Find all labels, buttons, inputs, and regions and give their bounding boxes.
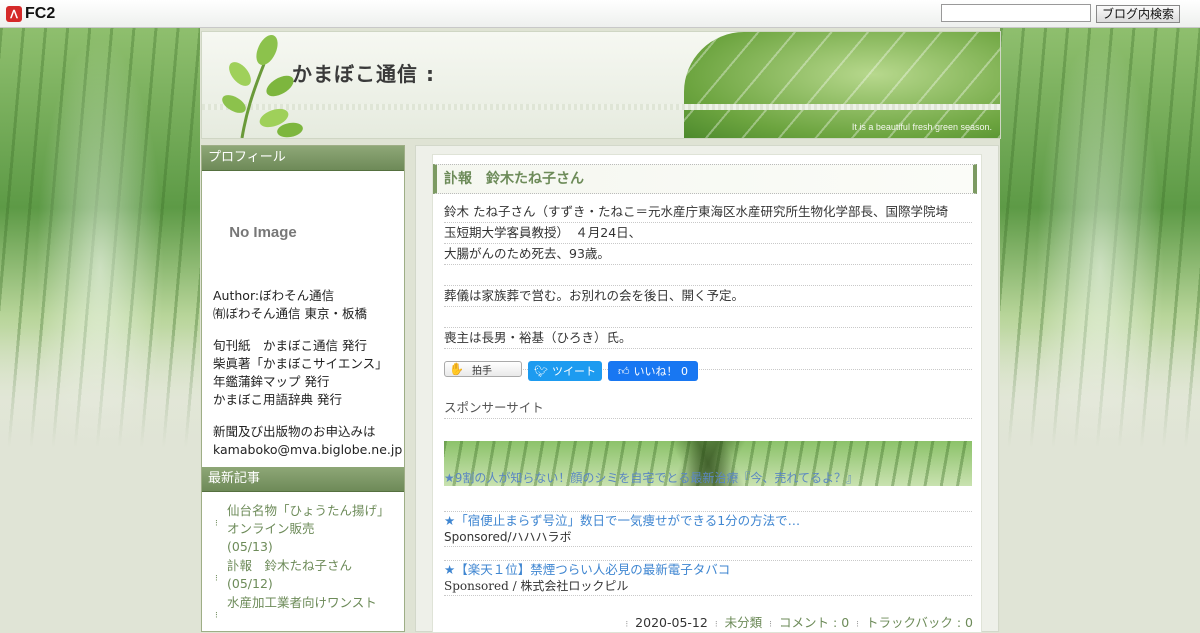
bullet-icon: ⁝ xyxy=(215,611,218,621)
recent-post-date: (05/13) xyxy=(227,539,273,554)
clap-hands-icon: ✋ xyxy=(449,362,464,376)
profile-publication: 年鑑蒲鉾マップ 発行 xyxy=(213,374,330,389)
forest-background-left xyxy=(0,27,200,630)
fc2-logo-text: FC2 xyxy=(25,5,56,22)
entry-body: 鈴木 たね子さん（すずき・たねこ＝元水産庁東海区水産研究所生物化学部長、国際学院… xyxy=(444,202,972,370)
clap-button[interactable]: ✋ 拍手 xyxy=(444,361,522,377)
list-item: ⁝ 訃報 鈴木たね子さん (05/12) xyxy=(215,557,398,593)
fc2-fox-icon: ᐱ xyxy=(6,6,22,22)
ad-sponsor: Sponsored / 株式会社ロックピル xyxy=(444,578,972,596)
tweet-label: ツイート xyxy=(551,365,596,378)
site-tagline: It is a beautiful fresh green season. xyxy=(851,122,992,132)
body-line xyxy=(444,265,972,286)
profile-section: No Image Author:ぼわそん通信 ㈲ぼわそん通信 東京・板橋 旬刊紙… xyxy=(202,171,404,467)
category-link[interactable]: 未分類 xyxy=(725,615,763,630)
profile-publication: 柴眞著「かまぼこサイエンス」 xyxy=(213,356,388,371)
fc2-logo[interactable]: ᐱ FC2 xyxy=(6,4,55,24)
sponsored-ad: ★【楽天１位】禁煙つらい人必見の最新電子タバコ Sponsored / 株式会社… xyxy=(444,545,972,596)
recent-post-link[interactable]: 仙台名物「ひょうたん揚げ」 オンライン販売 xyxy=(227,503,396,536)
main-content: 訃報 鈴木たね子さん 鈴木 たね子さん（すずき・たねこ＝元水産庁東海区水産研究所… xyxy=(415,145,999,633)
bullet-icon: ⁝ xyxy=(215,519,218,529)
body-line: 喪主は長男・裕基（ひろき）氏。 xyxy=(444,328,972,349)
recent-post-link[interactable]: 水産加工業者向けワンスト xyxy=(227,595,377,610)
bullet-icon: ⁝ xyxy=(625,620,629,630)
ad-link[interactable]: ★【楽天１位】禁煙つらい人必見の最新電子タバコ xyxy=(444,561,972,578)
profile-publication: 旬刊紙 かまぼこ通信 発行 xyxy=(213,338,367,353)
sponsor-heading: スポンサーサイト xyxy=(444,398,972,419)
body-line: 鈴木 たね子さん（すずき・たねこ＝元水産庁東海区水産研究所生物化学部長、国際学院… xyxy=(444,202,972,223)
comments-link[interactable]: コメント : 0 xyxy=(779,615,849,630)
profile-publication: かまぼこ用語辞典 発行 xyxy=(213,392,342,407)
bullet-icon: ⁝ xyxy=(856,620,860,630)
bullet-icon: ⁝ xyxy=(769,620,773,630)
sponsored-ad: ★「宿便止まらず号泣」数日で一気痩せができる1分の方法で… Sponsored/… xyxy=(444,505,972,547)
trackbacks-link[interactable]: トラックバック : 0 xyxy=(866,615,973,630)
list-item: ⁝ 水産加工業者向けワンスト xyxy=(215,594,398,625)
tweet-button[interactable]: 🐦︎ ツイート xyxy=(528,361,602,381)
fc2-toolbar: ᐱ FC2 ブログ内検索 xyxy=(0,0,1200,28)
body-line: 玉短期大学客員教授） ４月24日、 xyxy=(444,223,972,244)
profile-avatar: No Image xyxy=(213,183,313,283)
blog-entry: 訃報 鈴木たね子さん 鈴木 たね子さん（すずき・たねこ＝元水産庁東海区水産研究所… xyxy=(432,154,982,633)
facebook-like-button[interactable]: 👍︎ いいね！ 0 xyxy=(608,361,698,381)
body-line: 大腸がんのため死去、93歳。 xyxy=(444,244,972,265)
no-image-text: No Image xyxy=(229,224,297,241)
blog-header: かまぼこ通信 : It is a beautiful fresh green s… xyxy=(201,31,1001,139)
recent-posts-list: ⁝ 仙台名物「ひょうたん揚げ」 オンライン販売 (05/13) ⁝ 訃報 鈴木た… xyxy=(202,492,404,625)
recent-posts-heading: 最新記事 xyxy=(202,467,404,492)
share-buttons: ✋ 拍手 🐦︎ ツイート 👍︎ いいね！ 0 xyxy=(444,361,698,381)
entry-meta: ⁝ 2020-05-12 ⁝ 未分類 ⁝ コメント : 0 ⁝ トラックバック … xyxy=(622,612,973,631)
clap-label: 拍手 xyxy=(471,365,492,377)
profile-heading: プロフィール xyxy=(202,146,404,171)
profile-contact: 新聞及び出版物のお申込みは xyxy=(213,424,376,439)
ad-link[interactable]: ★「宿便止まらず号泣」数日で一気痩せができる1分の方法で… xyxy=(444,512,972,529)
like-label: いいね！ 0 xyxy=(633,365,689,378)
bullet-icon: ⁝ xyxy=(714,620,718,630)
twitter-bird-icon: 🐦︎ xyxy=(534,364,548,378)
entry-date: 2020-05-12 xyxy=(635,615,708,630)
recent-post-date: (05/12) xyxy=(227,576,273,591)
sidebar: プロフィール No Image Author:ぼわそん通信 ㈲ぼわそん通信 東京… xyxy=(201,145,405,632)
recent-post-link[interactable]: 訃報 鈴木たね子さん xyxy=(227,558,352,573)
blog-search-button[interactable]: ブログ内検索 xyxy=(1096,5,1180,23)
thumbs-up-icon: 👍︎ xyxy=(618,364,630,378)
site-title[interactable]: かまぼこ通信 : xyxy=(292,58,435,87)
body-line: 葬儀は家族葬で営む。お別れの会を後日、開く予定。 xyxy=(444,286,972,307)
entry-title[interactable]: 訃報 鈴木たね子さん xyxy=(433,164,977,194)
sponsor-banner[interactable]: ★9割の人が知らない！顔のシミを自宅でとる最新治療『今、売れてるよ？』 xyxy=(444,441,972,486)
forest-background-right xyxy=(1000,27,1200,630)
profile-author: Author:ぼわそん通信 xyxy=(213,288,335,303)
profile-email: kamaboko@mva.biglobe.ne.jp xyxy=(213,442,403,457)
bullet-icon: ⁝ xyxy=(215,574,218,584)
banner-ad-link[interactable]: ★9割の人が知らない！顔のシミを自宅でとる最新治療『今、売れてるよ？』 xyxy=(444,469,858,486)
profile-company: ㈲ぼわそん通信 東京・板橋 xyxy=(213,306,367,321)
blog-search-input[interactable] xyxy=(941,4,1091,22)
body-line xyxy=(444,307,972,328)
list-item: ⁝ 仙台名物「ひょうたん揚げ」 オンライン販売 (05/13) xyxy=(215,502,398,556)
